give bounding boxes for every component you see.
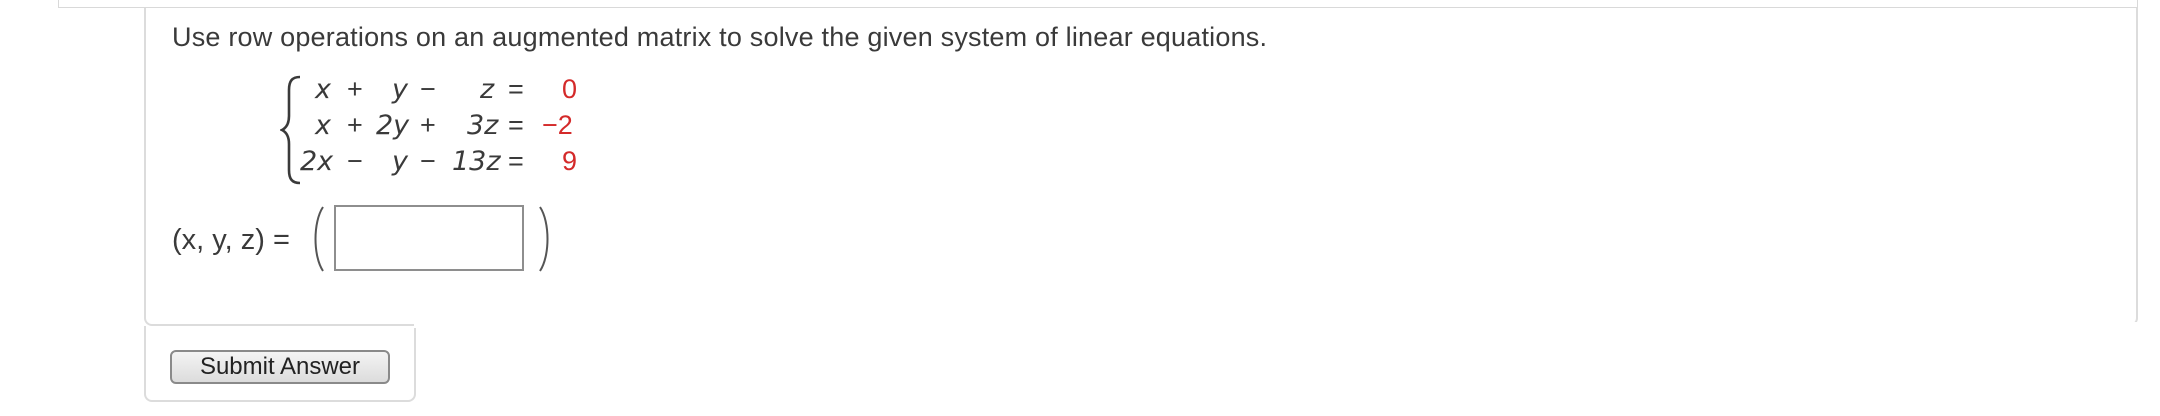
term-x: x — [315, 74, 331, 105]
previous-question-edge — [58, 0, 2138, 8]
operator: + — [347, 110, 363, 140]
term-x: x — [315, 110, 331, 141]
rhs-value: −2 — [542, 110, 573, 140]
term-y: 2y — [376, 110, 410, 141]
equation-system: x + y − z = 0 x + 2y + 3z = −2 2x − y − … — [280, 74, 600, 186]
answer-label: (x, y, z) = — [172, 224, 290, 256]
operator: + — [347, 74, 363, 104]
term-z: 3z — [467, 110, 499, 141]
right-paren-icon — [539, 206, 549, 272]
operator: − — [420, 146, 436, 176]
question-prompt: Use row operations on an augmented matri… — [172, 22, 1268, 52]
left-paren-icon — [314, 206, 324, 272]
term-y: y — [392, 146, 408, 177]
operator: + — [420, 110, 436, 140]
equals-sign: = — [508, 146, 524, 176]
answer-input[interactable] — [334, 205, 524, 271]
panel-divider — [414, 322, 2138, 328]
equals-sign: = — [508, 74, 524, 104]
operator: − — [347, 146, 363, 176]
term-z: 13z — [452, 146, 501, 177]
submit-answer-button[interactable]: Submit Answer — [170, 350, 390, 384]
term-z: z — [480, 74, 495, 105]
term-y: y — [392, 74, 408, 105]
term-x: 2x — [300, 146, 334, 177]
rhs-value: 0 — [562, 74, 578, 104]
equals-sign: = — [508, 110, 524, 140]
rhs-value: 9 — [562, 146, 578, 176]
operator: − — [420, 74, 436, 104]
